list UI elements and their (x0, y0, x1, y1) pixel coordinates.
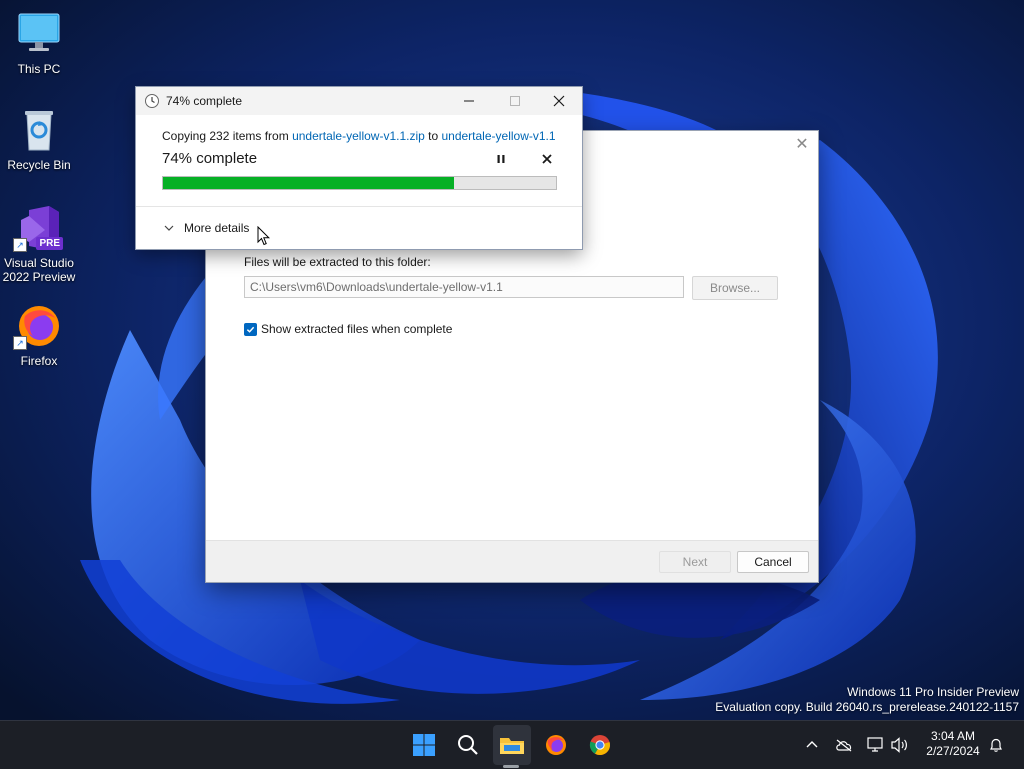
visual-studio-icon: PRE ↗ (13, 204, 63, 252)
desktop-icon-label: Firefox (20, 354, 58, 368)
maximize-button (492, 87, 538, 115)
taskbar-chrome[interactable] (584, 729, 616, 761)
cloud-offline-icon (836, 739, 852, 752)
destination-path-field[interactable]: C:\Users\vm6\Downloads\undertale-yellow-… (244, 276, 684, 298)
minimize-icon (464, 100, 474, 102)
clock-icon (144, 93, 160, 109)
source-link[interactable]: undertale-yellow-v1.1.zip (292, 129, 425, 143)
desktop-icon-visual-studio[interactable]: PRE ↗ Visual Studio 2022 Preview (1, 204, 77, 284)
maximize-icon (510, 96, 520, 106)
to-word: to (424, 129, 442, 143)
percent-complete-text: 74% complete (162, 150, 258, 167)
title-bar[interactable]: 74% complete (136, 87, 582, 115)
search-icon (458, 735, 478, 755)
chevron-up-icon (806, 741, 818, 748)
taskbar-file-explorer[interactable] (496, 729, 528, 761)
clock-date: 2/27/2024 (926, 744, 980, 758)
taskbar-firefox[interactable] (540, 729, 572, 761)
onedrive-button[interactable] (834, 735, 854, 755)
divider (136, 206, 582, 207)
chevron-down-icon (164, 225, 174, 231)
browse-button[interactable]: Browse... (692, 276, 778, 300)
shortcut-arrow-icon: ↗ (13, 336, 27, 350)
desktop-icon-this-pc[interactable]: This PC (1, 10, 77, 76)
taskbar-clock[interactable]: 3:04 AM 2/27/2024 (918, 729, 988, 759)
desktop-icon-label: This PC (17, 62, 61, 76)
pause-button[interactable] (492, 151, 510, 167)
shortcut-arrow-icon: ↗ (13, 238, 27, 252)
show-extracted-files-option[interactable]: Show extracted files when complete (244, 322, 452, 336)
network-button[interactable] (866, 735, 886, 755)
pause-icon (497, 155, 505, 163)
progress-fill (163, 177, 454, 189)
mouse-cursor-icon (257, 226, 271, 246)
cancel-button[interactable]: Cancel (737, 551, 809, 573)
more-details-toggle[interactable]: More details (164, 221, 249, 235)
watermark-line-2: Evaluation copy. Build 26040.rs_prerelea… (715, 700, 1019, 714)
next-button[interactable]: Next (659, 551, 731, 573)
show-hidden-icons-button[interactable] (802, 735, 822, 755)
notification-bell-icon (990, 738, 1002, 752)
file-explorer-icon (500, 738, 524, 754)
destination-label: Files will be extracted to this folder: (244, 255, 431, 269)
desktop-icon-recycle-bin[interactable]: Recycle Bin (1, 106, 77, 172)
copy-description: Copying 232 items from undertale-yellow-… (162, 129, 556, 143)
copy-progress-dialog: 74% complete Copying 232 items from unde… (136, 87, 582, 249)
close-icon (542, 154, 552, 164)
evaluation-watermark: Windows 11 Pro Insider Preview Evaluatio… (715, 685, 1019, 715)
chrome-icon (589, 735, 610, 756)
close-icon[interactable]: ✕ (794, 137, 810, 153)
volume-button[interactable] (890, 735, 910, 755)
desktop-icon-firefox[interactable]: ↗ Firefox (1, 302, 77, 368)
desktop-icon-label: Recycle Bin (7, 158, 71, 172)
show-files-checkbox[interactable] (244, 322, 257, 336)
minimize-button[interactable] (446, 87, 492, 115)
firefox-icon (546, 735, 566, 755)
copy-prefix: Copying 232 items from (162, 129, 293, 143)
firefox-icon: ↗ (13, 302, 63, 350)
notifications-button[interactable] (986, 735, 1006, 755)
volume-icon (891, 737, 907, 753)
progress-bar (162, 176, 557, 190)
monitor-icon (15, 10, 63, 58)
start-icon (413, 734, 435, 756)
desktop-icon-label: Visual Studio 2022 Preview (2, 256, 76, 284)
show-files-label: Show extracted files when complete (261, 322, 453, 336)
watermark-line-1: Windows 11 Pro Insider Preview (847, 685, 1019, 699)
clock-time: 3:04 AM (930, 729, 976, 743)
taskbar: 3:04 AM 2/27/2024 (0, 720, 1024, 769)
close-icon (553, 95, 565, 107)
wizard-footer: Next Cancel (206, 540, 818, 582)
cancel-copy-button[interactable] (538, 151, 556, 167)
destination-link[interactable]: undertale-yellow-v1.1 (441, 129, 555, 143)
network-icon (867, 737, 883, 752)
pre-badge: PRE (36, 237, 63, 250)
more-details-label: More details (184, 221, 250, 235)
search-button[interactable] (452, 729, 484, 761)
window-title: 74% complete (166, 94, 243, 108)
recycle-bin-icon (15, 106, 63, 154)
close-window-button[interactable] (536, 87, 582, 115)
start-button[interactable] (408, 729, 440, 761)
